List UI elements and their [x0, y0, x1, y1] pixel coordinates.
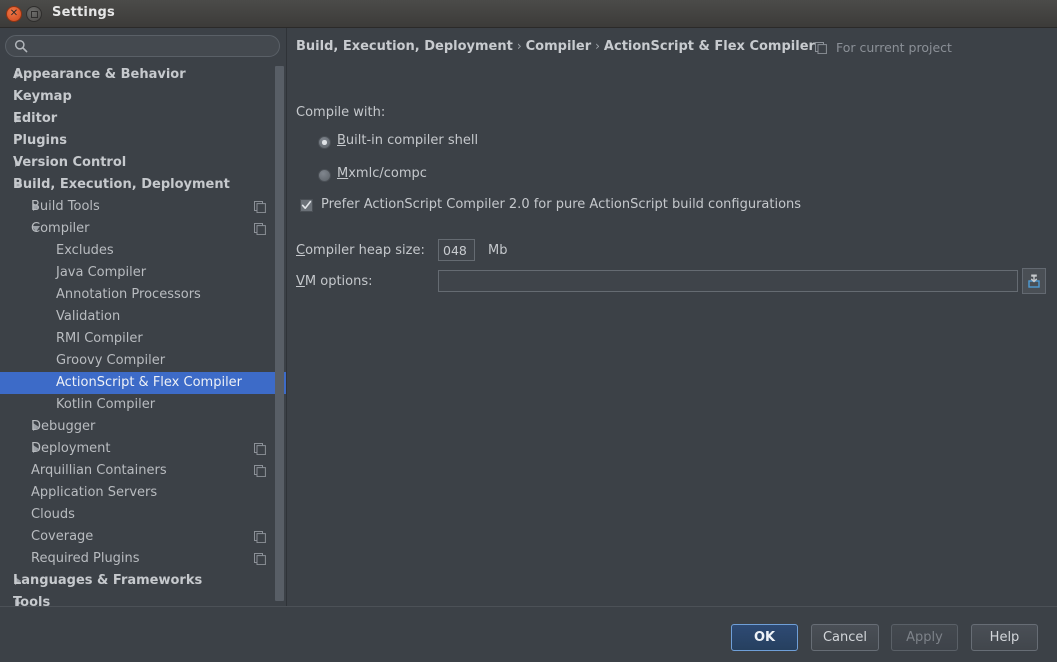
sidebar-item-label: RMI Compiler — [56, 328, 143, 350]
apply-button: Apply — [891, 624, 958, 651]
sidebar-item-label: Keymap — [13, 86, 72, 108]
sidebar-item-kotlin-compiler[interactable]: Kotlin Compiler — [0, 394, 286, 416]
radio-built-in-compiler-shell-label: Built-in compiler shell — [337, 133, 478, 148]
sidebar-item-editor[interactable]: Editor — [0, 108, 286, 130]
vm-options-input[interactable] — [438, 270, 1018, 292]
sidebar-item-groovy-compiler[interactable]: Groovy Compiler — [0, 350, 286, 372]
copy-project-icon — [254, 531, 266, 543]
sidebar-item-annotation-processors[interactable]: Annotation Processors — [0, 284, 286, 306]
sidebar-item-deployment[interactable]: Deployment — [0, 438, 286, 460]
maximize-glyph — [27, 7, 41, 21]
checkmark-icon — [301, 200, 312, 211]
sidebar-item-label: Clouds — [31, 504, 75, 526]
compiler-heap-size-unit: Mb — [488, 243, 507, 258]
close-glyph: ✕ — [7, 7, 21, 21]
sidebar-item-rmi-compiler[interactable]: RMI Compiler — [0, 328, 286, 350]
sidebar-item-label: Editor — [13, 108, 57, 130]
sidebar-item-label: Excludes — [56, 240, 114, 262]
maximize-icon[interactable] — [26, 6, 42, 22]
sidebar-item-label: Groovy Compiler — [56, 350, 165, 372]
scope-indicator: For current project — [815, 40, 952, 55]
breadcrumb-separator: › — [513, 39, 526, 53]
sidebar-item-coverage[interactable]: Coverage — [0, 526, 286, 548]
sidebar-item-keymap[interactable]: Keymap — [0, 86, 286, 108]
copy-project-icon — [254, 201, 266, 213]
sidebar-item-label: Annotation Processors — [56, 284, 201, 306]
search-input[interactable] — [5, 35, 280, 57]
sidebar-item-application-servers[interactable]: Application Servers — [0, 482, 286, 504]
sidebar-item-label: Tools — [13, 592, 50, 606]
vm-options-expand-button[interactable] — [1022, 268, 1046, 294]
sidebar-item-label: Required Plugins — [31, 548, 140, 570]
breadcrumb-item: Compiler — [526, 39, 591, 54]
sidebar-item-label: Coverage — [31, 526, 93, 548]
sidebar-item-label: Application Servers — [31, 482, 157, 504]
sidebar-item-appearance-behavior[interactable]: Appearance & Behavior — [0, 64, 286, 86]
expand-editor-icon — [1026, 273, 1042, 289]
sidebar-item-label: Compiler — [31, 218, 90, 240]
vm-options-label: VM options: — [296, 274, 373, 289]
sidebar-item-clouds[interactable]: Clouds — [0, 504, 286, 526]
sidebar-item-version-control[interactable]: Version Control — [0, 152, 286, 174]
window-titlebar: ✕ Settings — [0, 0, 1057, 28]
radio-mxmlc-compc-label: Mxmlc/compc — [337, 166, 427, 181]
settings-sidebar: Appearance & BehaviorKeymapEditorPlugins… — [0, 28, 286, 606]
sidebar-item-label: Plugins — [13, 130, 67, 152]
sidebar-item-label: Build, Execution, Deployment — [13, 174, 230, 196]
sidebar-item-label: Version Control — [13, 152, 126, 174]
sidebar-item-excludes[interactable]: Excludes — [0, 240, 286, 262]
sidebar-item-build-tools[interactable]: Build Tools — [0, 196, 286, 218]
sidebar-item-java-compiler[interactable]: Java Compiler — [0, 262, 286, 284]
breadcrumb-item: ActionScript & Flex Compiler — [604, 39, 815, 54]
sidebar-item-compiler[interactable]: Compiler — [0, 218, 286, 240]
breadcrumb-separator: › — [591, 39, 604, 53]
copy-project-icon — [254, 443, 266, 455]
sidebar-item-label: ActionScript & Flex Compiler — [56, 372, 242, 394]
sidebar-item-debugger[interactable]: Debugger — [0, 416, 286, 438]
compiler-heap-size-input[interactable] — [438, 239, 475, 261]
breadcrumb-item: Build, Execution, Deployment — [296, 39, 513, 54]
help-button[interactable]: Help — [971, 624, 1038, 651]
sidebar-item-label: Kotlin Compiler — [56, 394, 155, 416]
sidebar-item-required-plugins[interactable]: Required Plugins — [0, 548, 286, 570]
sidebar-item-build-execution-deployment[interactable]: Build, Execution, Deployment — [0, 174, 286, 196]
sidebar-item-label: Java Compiler — [56, 262, 146, 284]
sidebar-item-label: Languages & Frameworks — [13, 570, 202, 592]
sidebar-item-label: Validation — [56, 306, 120, 328]
sidebar-item-actionscript-flex-compiler[interactable]: ActionScript & Flex Compiler — [0, 372, 286, 394]
sidebar-item-label: Appearance & Behavior — [13, 64, 186, 86]
window-title: Settings — [52, 5, 115, 20]
compile-with-label: Compile with: — [296, 105, 385, 120]
sidebar-item-plugins[interactable]: Plugins — [0, 130, 286, 152]
settings-content: Build, Execution, Deployment›Compiler›Ac… — [287, 28, 1057, 606]
copy-project-icon — [815, 42, 827, 54]
sidebar-item-label: Arquillian Containers — [31, 460, 167, 482]
checkbox-prefer-as-compiler-2-label: Prefer ActionScript Compiler 2.0 for pur… — [321, 197, 801, 212]
copy-project-icon — [254, 223, 266, 235]
sidebar-item-tools[interactable]: Tools — [0, 592, 286, 606]
copy-project-icon — [254, 553, 266, 565]
sidebar-item-languages-frameworks[interactable]: Languages & Frameworks — [0, 570, 286, 592]
radio-mxmlc-compc-indicator[interactable] — [318, 169, 331, 182]
dialog-footer: OK Cancel Apply Help — [0, 607, 1057, 662]
ok-button[interactable]: OK — [731, 624, 798, 651]
breadcrumb: Build, Execution, Deployment›Compiler›Ac… — [296, 39, 815, 54]
settings-dialog: ✕ Settings Appearance & BehaviorKeymapEd… — [0, 0, 1057, 662]
sidebar-item-validation[interactable]: Validation — [0, 306, 286, 328]
search-box[interactable] — [5, 35, 280, 57]
compiler-heap-size-label: Compiler heap size: — [296, 243, 425, 258]
sidebar-item-label: Deployment — [31, 438, 111, 460]
scope-label: For current project — [836, 40, 952, 55]
sidebar-scrollbar-thumb[interactable] — [275, 66, 284, 601]
sidebar-item-arquillian-containers[interactable]: Arquillian Containers — [0, 460, 286, 482]
close-icon[interactable]: ✕ — [6, 6, 22, 22]
settings-tree[interactable]: Appearance & BehaviorKeymapEditorPlugins… — [0, 64, 286, 606]
cancel-button[interactable]: Cancel — [811, 624, 879, 651]
sidebar-item-label: Build Tools — [31, 196, 100, 218]
copy-project-icon — [254, 465, 266, 477]
radio-built-in-compiler-shell-indicator[interactable] — [318, 136, 331, 149]
checkbox-prefer-as-compiler-2-indicator[interactable] — [300, 199, 313, 212]
sidebar-item-label: Debugger — [31, 416, 95, 438]
